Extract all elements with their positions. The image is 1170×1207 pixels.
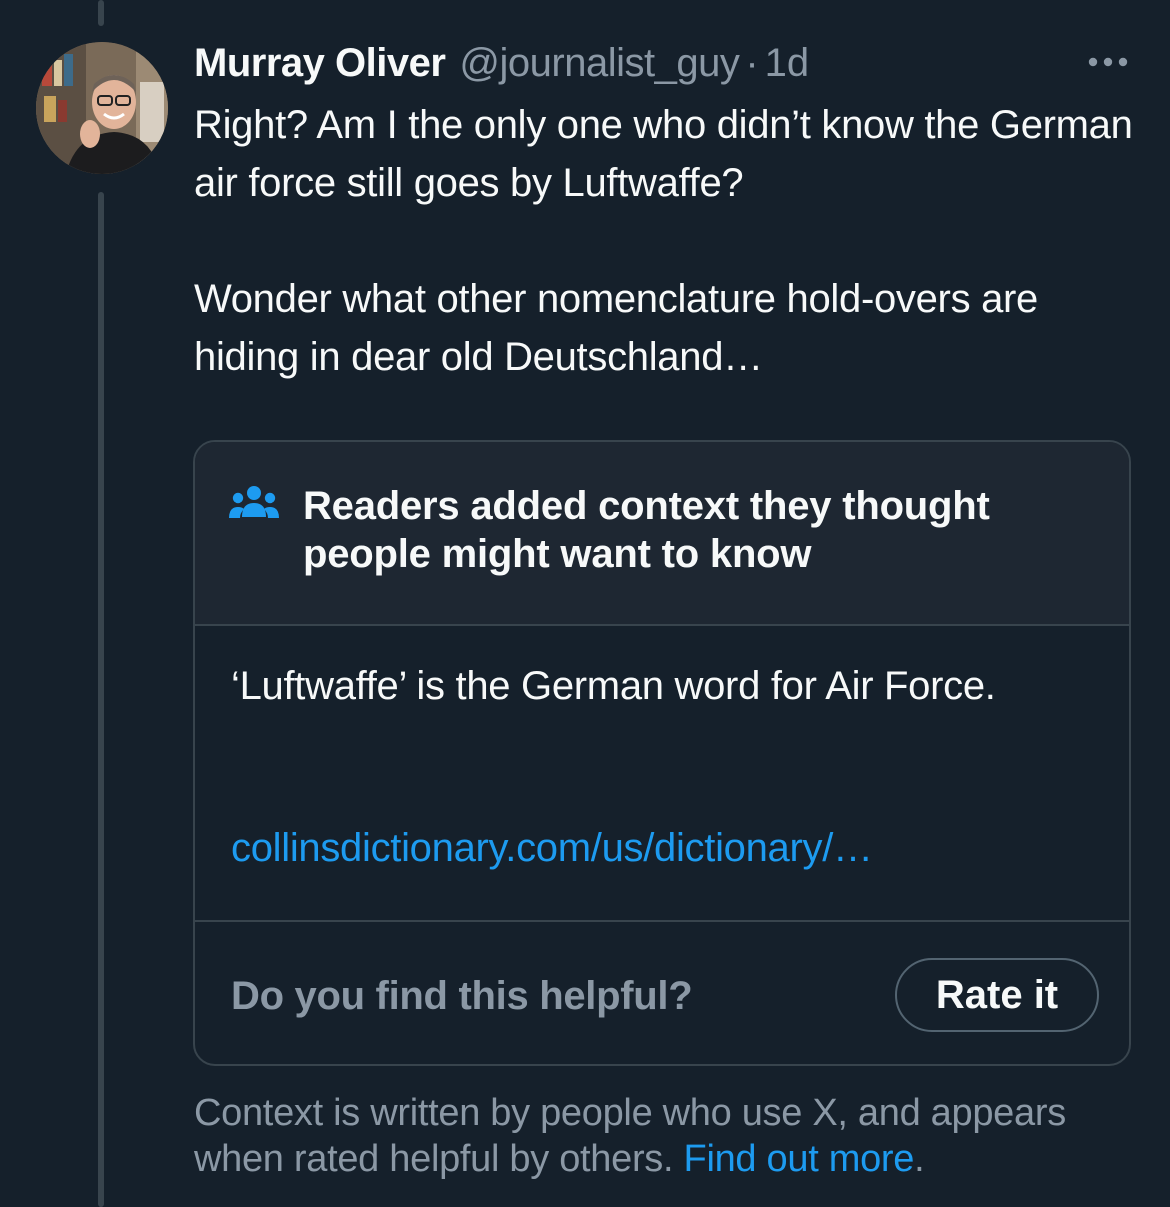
avatar-photo [36, 42, 168, 174]
rate-it-button[interactable]: Rate it [895, 958, 1099, 1032]
helpful-question: Do you find this helpful? [231, 974, 693, 1018]
community-note-header: Readers added context they thought peopl… [195, 442, 1129, 626]
tweet-page: Murray Oliver @journalist_guy · 1d Right… [0, 0, 1170, 1207]
footer-text: Context is written by people who use X, … [194, 1092, 1066, 1180]
tweet-text: Right? Am I the only one who didn’t know… [194, 96, 1134, 386]
community-note-title: Readers added context they thought peopl… [303, 484, 990, 576]
header-separator: · [745, 40, 759, 85]
author-name[interactable]: Murray Oliver [194, 41, 446, 86]
people-icon [229, 486, 279, 518]
more-horizontal-icon [1088, 57, 1128, 67]
thread-connector-top [98, 0, 104, 26]
tweet-paragraph: Right? Am I the only one who didn’t know… [194, 103, 1133, 205]
tweet-header: Murray Oliver @journalist_guy · 1d [194, 36, 1130, 90]
thread-connector-bottom [98, 192, 104, 1207]
footer-link-suffix: . [914, 1138, 925, 1180]
author-handle[interactable]: @journalist_guy [459, 41, 739, 86]
community-note-source-link[interactable]: collinsdictionary.com/us/dictionary/… [231, 820, 873, 876]
tweet-paragraph: Wonder what other nomenclature hold-over… [194, 277, 1039, 379]
avatar[interactable] [36, 42, 168, 174]
more-options-button[interactable] [1086, 44, 1130, 80]
find-out-more-link[interactable]: Find out more [684, 1138, 915, 1180]
community-note-body: ‘Luftwaffe’ is the German word for Air F… [231, 664, 996, 708]
post-timestamp[interactable]: 1d [765, 41, 810, 86]
community-note-footer: Context is written by people who use X, … [194, 1090, 1154, 1182]
community-note-card: Readers added context they thought peopl… [193, 440, 1131, 1066]
community-note-divider [195, 920, 1129, 922]
